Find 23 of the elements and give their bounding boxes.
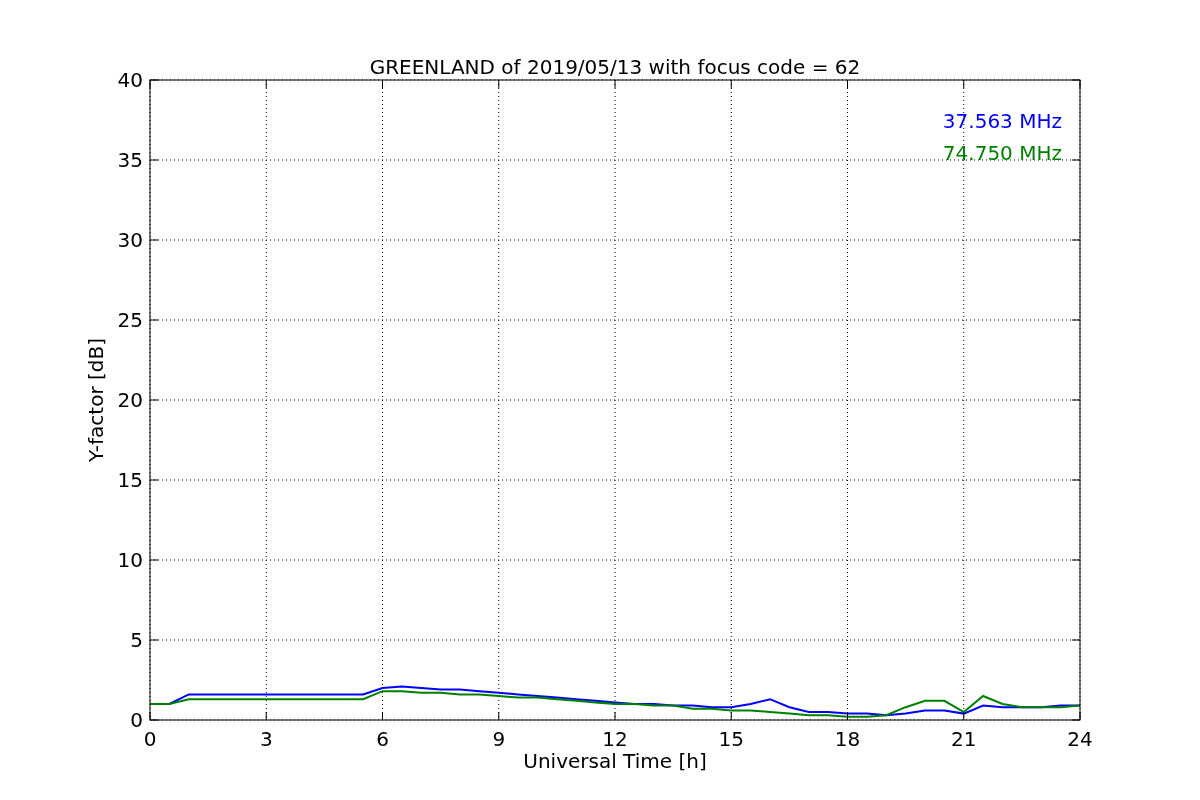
y-tick-label: 15 (117, 468, 143, 492)
x-tick-label: 6 (376, 727, 389, 751)
y-tick-label: 35 (117, 148, 143, 172)
y-tick-label: 10 (117, 548, 143, 572)
y-tick-label: 5 (130, 628, 143, 652)
x-tick-label: 15 (718, 727, 744, 751)
x-tick-label: 3 (259, 727, 273, 751)
x-tick-label: 21 (951, 727, 977, 751)
y-tick-label: 40 (117, 68, 143, 92)
legend-label: 37.563 MHz (942, 109, 1062, 133)
x-axis-label: Universal Time [h] (523, 749, 707, 773)
chart-title: GREENLAND of 2019/05/13 with focus code = 62 (369, 55, 861, 79)
y-tick-label: 30 (117, 228, 143, 252)
x-tick-label: 24 (1067, 727, 1093, 751)
y-tick-label: 0 (130, 708, 143, 732)
y-tick-label: 25 (117, 308, 143, 332)
legend-label: 74.750 MHz (942, 141, 1062, 165)
y-axis-label: Y-factor [dB] (84, 338, 108, 462)
y-tick-label: 20 (117, 388, 143, 412)
x-tick-label: 0 (143, 727, 157, 751)
x-tick-label: 9 (492, 727, 506, 751)
x-tick-label: 12 (602, 727, 628, 751)
x-tick-label: 18 (834, 727, 861, 751)
